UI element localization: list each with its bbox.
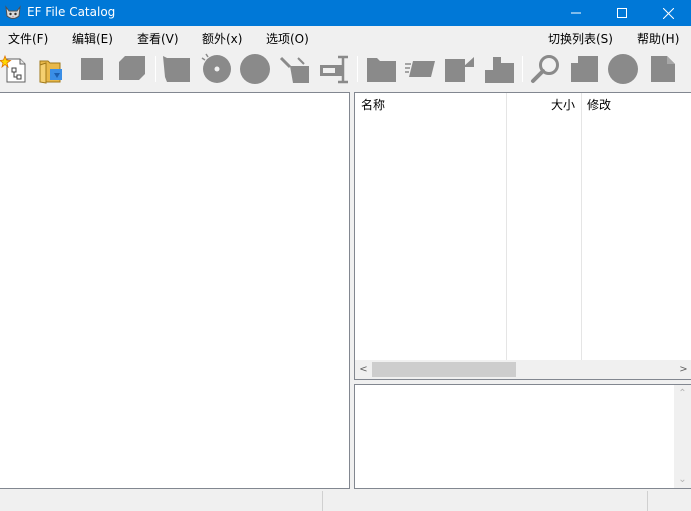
status-panel [322,491,647,511]
toolbar-button-11[interactable] [404,53,436,85]
toolbar-separator [357,56,358,82]
toolbar-button-13[interactable] [483,53,515,85]
maximize-icon [617,8,627,18]
toolbar-button-5[interactable] [161,53,193,85]
rename-icon [320,55,348,84]
search-button[interactable] [529,53,561,85]
status-panel [647,491,691,511]
list-header: 名称 大小 修改 [355,93,691,117]
column-header-modified[interactable]: 修改 [581,93,691,117]
scroll-up-button[interactable]: ⌃ [674,385,691,402]
tag-icon [445,57,474,82]
app-cat-icon [5,5,21,19]
toolbar-button-3[interactable] [76,53,108,85]
info-text-pane[interactable]: ⌃ ⌄ [354,384,691,489]
toolbar [0,48,691,90]
toolbar-separator [522,56,523,82]
document-icon [651,56,675,82]
toolbar-button-6[interactable] [201,53,233,85]
search-icon [531,55,559,83]
menu-file[interactable]: 文件(F) [8,30,48,47]
menu-options[interactable]: 选项(O) [266,30,309,47]
column-divider[interactable] [506,93,507,361]
scroll-thumb[interactable] [372,362,516,377]
minimize-icon [571,12,581,14]
toolbar-button-9[interactable] [318,53,350,85]
copy-stack-icon [119,56,145,80]
square-icon [81,58,103,80]
title-bar: EF File Catalog [0,0,691,26]
close-icon [662,7,674,19]
disk-icon [240,54,270,84]
puzzle-icon [485,57,514,83]
menu-help[interactable]: 帮助(H) [637,30,679,47]
toolbar-button-8[interactable] [278,53,310,85]
toolbar-button-10[interactable] [365,53,397,85]
menu-view[interactable]: 查看(V) [137,30,179,47]
scroll-down-button[interactable]: ⌄ [674,471,691,488]
vertical-scrollbar[interactable]: ⌃ ⌄ [674,385,691,488]
toolbar-button-7[interactable] [239,53,271,85]
window-title: EF File Catalog [27,5,116,19]
column-divider[interactable] [581,93,582,361]
tape-icon [405,61,435,77]
toolbar-button-15[interactable] [568,53,600,85]
horizontal-scrollbar[interactable]: < > [355,360,691,379]
cut-icon [279,56,309,83]
column-header-size[interactable]: 大小 [506,93,581,117]
toolbar-separator [155,56,156,82]
folder-icon [367,58,396,82]
toolbar-button-16[interactable] [607,53,639,85]
status-bar [0,489,691,511]
close-button[interactable] [645,0,691,26]
document-stack-icon [571,56,598,82]
file-list-view[interactable]: 名称 大小 修改 < > [354,92,691,380]
circle-icon [608,54,638,84]
open-folder-icon [39,60,62,84]
scroll-left-button[interactable]: < [355,360,372,379]
toolbar-button-17[interactable] [647,53,679,85]
open-catalog-button[interactable] [36,53,68,85]
toolbar-button-4[interactable] [115,53,147,85]
menu-edit[interactable]: 编辑(E) [72,30,113,47]
column-header-name[interactable]: 名称 [355,93,506,117]
cd-disc-icon [201,53,231,83]
new-catalog-button[interactable] [0,53,32,85]
menu-extra[interactable]: 额外(x) [202,30,242,47]
menu-bar: 文件(F) 编辑(E) 查看(V) 额外(x) 选项(O) 切换列表(S) 帮助… [0,26,691,48]
toolbar-button-12[interactable] [443,53,475,85]
minimize-button[interactable] [553,0,599,26]
drive-icon [163,56,190,82]
scroll-right-button[interactable]: > [675,360,691,379]
menu-toggle-list[interactable]: 切换列表(S) [548,30,613,47]
new-catalog-icon [0,54,26,83]
catalog-tree-view[interactable] [0,92,350,489]
maximize-button[interactable] [599,0,645,26]
